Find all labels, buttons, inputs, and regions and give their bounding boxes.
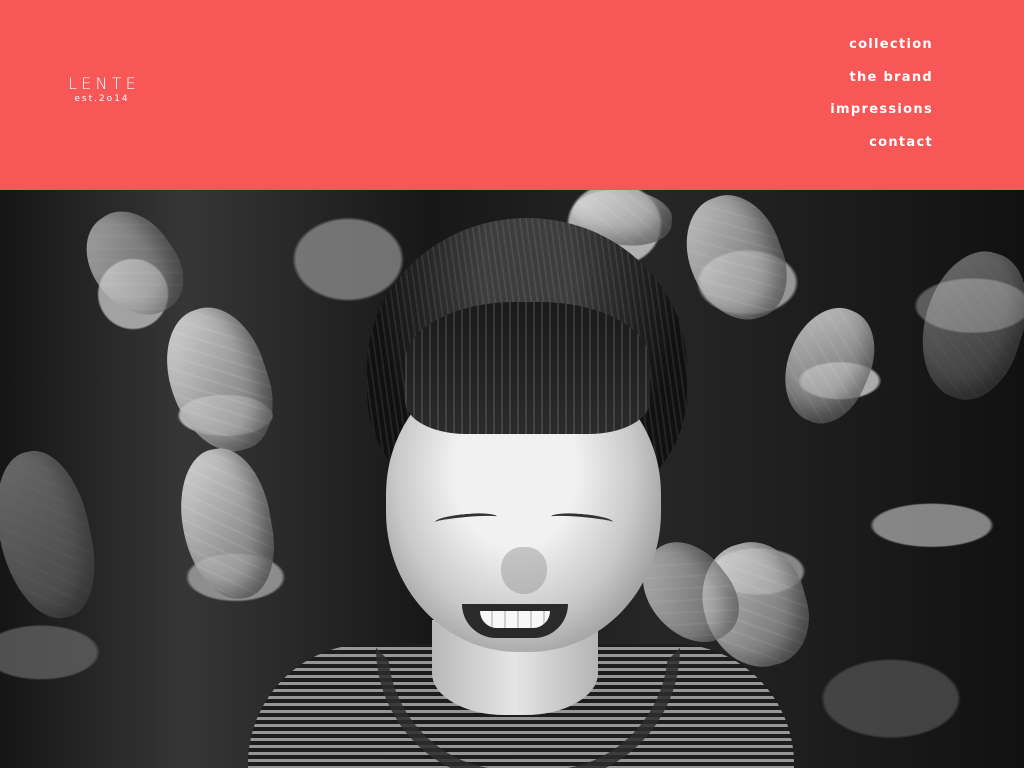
navigation-item-the-brand: the brand — [830, 67, 933, 100]
nav-link-contact[interactable]: contact — [830, 132, 933, 165]
leaf-shape — [767, 294, 891, 436]
child-nose — [501, 547, 547, 594]
leaf-shape — [170, 441, 284, 607]
site-header: LENTE est.2o14 collection the brand impr… — [0, 0, 1024, 190]
nav-link-impressions[interactable]: impressions — [830, 99, 933, 132]
leaf-shape — [904, 238, 1024, 412]
nav-link-collection[interactable]: collection — [830, 34, 933, 67]
hero-photo — [0, 182, 1024, 768]
brand-established: est.2o14 — [74, 94, 130, 104]
leaf-shape — [0, 442, 107, 628]
brand-name: LENTE — [68, 74, 140, 93]
leaf-shape — [68, 194, 200, 334]
navigation-item-collection: collection — [830, 34, 933, 67]
child-bangs — [405, 302, 650, 434]
leaf-shape — [150, 294, 288, 466]
lente-homepage: LENTE est.2o14 collection the brand impr… — [0, 0, 1024, 768]
navigation-item-contact: contact — [830, 132, 933, 165]
lente-logo-link[interactable]: LENTE est.2o14 — [59, 74, 145, 105]
navigation-list: collection the brand impressions contact — [830, 34, 933, 164]
child-portrait-photo — [248, 218, 794, 768]
navigation-item-impressions: impressions — [830, 99, 933, 132]
teeth — [480, 611, 550, 628]
nav-link-the-brand[interactable]: the brand — [830, 67, 933, 100]
